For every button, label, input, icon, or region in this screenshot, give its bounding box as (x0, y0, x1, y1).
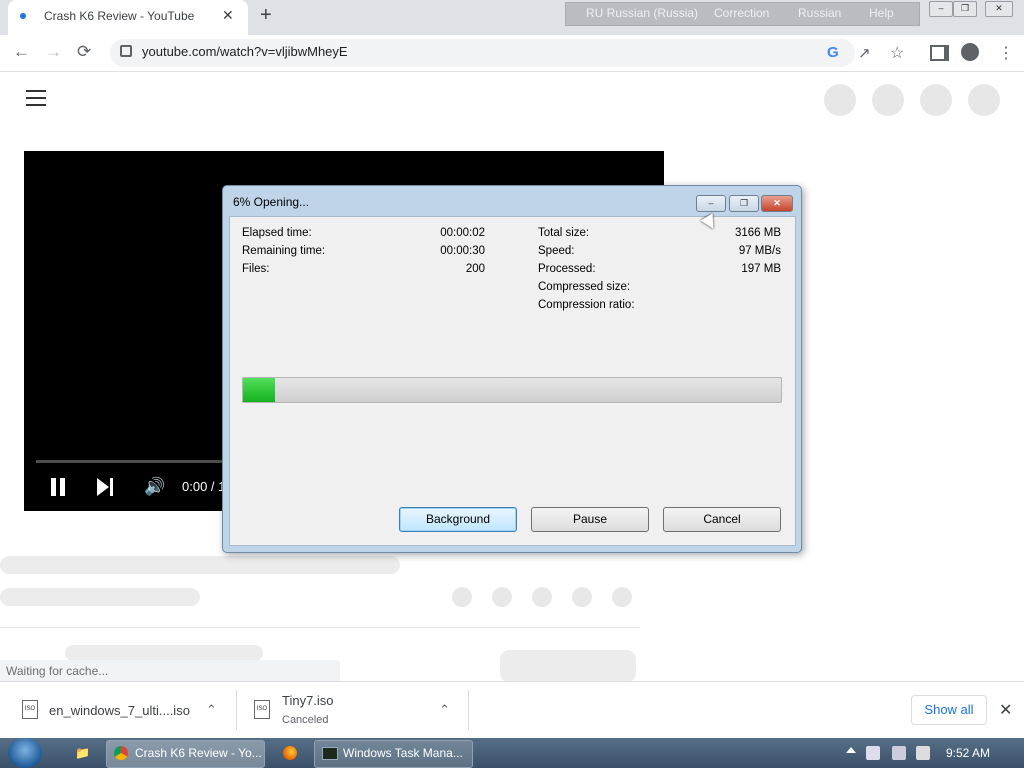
remaining-label: Remaining time: (242, 245, 326, 257)
taskbar-item-label: Windows Task Mana... (343, 746, 463, 760)
loading-favicon-icon (20, 13, 26, 19)
chevron-up-icon[interactable]: ⌃ (206, 702, 217, 718)
remaining-value: 00:00:30 (440, 245, 485, 257)
language-bar: RU Russian (Russia) Correction Russian H… (565, 2, 920, 26)
dialog-minimize-button[interactable]: – (696, 195, 726, 212)
profile-icon[interactable] (961, 43, 979, 61)
tray-volume-icon[interactable] (916, 746, 930, 760)
iso-file-icon: ISO (254, 700, 270, 719)
compressed-size-label: Compressed size: (538, 281, 631, 293)
comment-placeholder (65, 645, 263, 661)
langbar-language[interactable]: RU Russian (Russia) (586, 6, 698, 20)
placeholder-circle (968, 84, 1000, 116)
chevron-up-icon[interactable]: ⌃ (439, 702, 450, 718)
clock[interactable]: 9:52 AM (946, 746, 990, 760)
tray-flag-icon[interactable] (866, 746, 880, 760)
tab-title: Crash K6 Review - YouTube (44, 9, 195, 23)
action-placeholder (532, 587, 552, 607)
tray-expand-icon[interactable] (846, 747, 856, 753)
download-name: en_windows_7_ulti....iso (49, 703, 190, 718)
pause-button[interactable]: Pause (531, 507, 649, 532)
dialog-close-button[interactable]: ✕ (761, 195, 793, 212)
download-status: Canceled (282, 714, 329, 726)
tray-network-icon[interactable] (892, 746, 906, 760)
next-bar (110, 478, 113, 496)
elapsed-value: 00:00:02 (440, 227, 485, 239)
compression-ratio-label: Compression ratio: (538, 299, 635, 311)
button-placeholder (500, 650, 636, 682)
dialog-title: 6% Opening... (233, 195, 310, 209)
star-icon[interactable]: ☆ (890, 43, 904, 63)
speed-label: Speed: (538, 245, 575, 257)
status-text: Waiting for cache... (6, 664, 109, 678)
chrome-icon (114, 746, 128, 760)
minimize-window-button[interactable]: – (929, 1, 953, 17)
pause-icon[interactable] (51, 478, 56, 496)
back-icon[interactable]: ← (13, 42, 30, 62)
download-item[interactable] (246, 692, 466, 730)
close-shelf-icon[interactable]: ✕ (999, 700, 1012, 720)
lock-icon[interactable] (120, 45, 132, 57)
show-all-button[interactable]: Show all (911, 695, 987, 725)
cancel-button[interactable]: Cancel (663, 507, 781, 532)
maximize-window-button[interactable]: ❐ (953, 1, 977, 17)
placeholder-circle (920, 84, 952, 116)
taskbar-item-chrome[interactable]: Crash K6 Review - Yo... (106, 740, 265, 768)
volume-icon[interactable]: 🔊 (144, 477, 165, 497)
total-size-value: 3166 MB (734, 227, 781, 239)
video-time: 0:00 / 1 (182, 479, 226, 494)
taskbar-item-taskmgr[interactable]: Windows Task Mana... (314, 740, 473, 768)
close-window-button[interactable]: ✕ (985, 1, 1013, 17)
hamburger-icon[interactable] (26, 90, 46, 106)
action-placeholder (612, 587, 632, 607)
progress-fill (243, 378, 276, 402)
speed-value: 97 MB/s (738, 245, 781, 257)
processed-value: 197 MB (741, 263, 781, 275)
langbar-correction[interactable]: Correction (714, 6, 769, 20)
stop-icon[interactable]: ⟳ (77, 42, 91, 62)
explorer-icon[interactable]: 📁 (66, 740, 98, 768)
download-name: Tiny7.iso (282, 693, 334, 708)
close-tab-icon[interactable]: ✕ (222, 7, 234, 24)
iso-file-icon: ISO (22, 700, 38, 719)
seek-bar[interactable] (36, 460, 226, 463)
google-icon[interactable]: G (827, 44, 839, 61)
forward-icon[interactable]: → (45, 42, 62, 62)
langbar-keyboard[interactable]: Russian (798, 6, 841, 20)
placeholder-circle (824, 84, 856, 116)
action-placeholder (492, 587, 512, 607)
taskbar-item-label: Crash K6 Review - Yo... (135, 746, 262, 760)
action-placeholder (572, 587, 592, 607)
background-button[interactable]: Background (399, 507, 517, 532)
share-icon[interactable]: ↗ (858, 44, 871, 62)
total-size-label: Total size: (538, 227, 590, 239)
progress-bar (242, 377, 782, 403)
elapsed-label: Elapsed time: (242, 227, 312, 239)
files-label: Files: (242, 263, 270, 275)
menu-icon[interactable]: ⋮ (998, 43, 1014, 63)
files-value: 200 (465, 263, 485, 275)
processed-label: Processed: (538, 263, 596, 275)
action-placeholder (452, 587, 472, 607)
divider (0, 627, 640, 628)
url-text[interactable]: youtube.com/watch?v=vljibwMheyE (142, 44, 348, 59)
langbar-help[interactable]: Help (869, 6, 894, 20)
firefox-icon[interactable] (274, 740, 306, 768)
status-bar: Waiting for cache... (0, 660, 340, 682)
title-placeholder (0, 556, 400, 574)
dialog-maximize-button[interactable]: ❐ (729, 195, 759, 212)
taskmgr-icon (322, 747, 338, 760)
new-tab-button[interactable]: + (260, 4, 272, 27)
next-icon[interactable] (97, 478, 109, 496)
placeholder-circle (872, 84, 904, 116)
shelf-separator (468, 690, 469, 730)
channel-placeholder (0, 588, 200, 606)
sidepanel-icon[interactable] (930, 45, 949, 61)
shelf-separator (236, 690, 237, 730)
start-orb-icon[interactable] (8, 738, 42, 768)
